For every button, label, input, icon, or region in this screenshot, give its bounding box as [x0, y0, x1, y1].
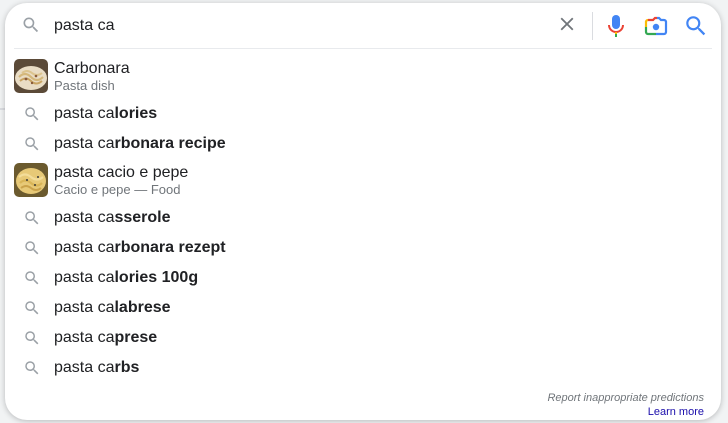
- search-icon: [23, 135, 41, 153]
- suggestion-text: pasta carbs: [54, 359, 140, 376]
- suggestion-item[interactable]: pasta carbonara rezept: [5, 233, 721, 263]
- search-icon: [683, 16, 709, 43]
- suggestion-item[interactable]: pasta calories: [5, 99, 721, 129]
- voice-search-button[interactable]: [604, 13, 628, 39]
- suggestion-item[interactable]: pasta calabrese: [5, 293, 721, 323]
- suggestion-footer: Report inappropriate predictions Learn m…: [547, 391, 704, 419]
- image-search-button[interactable]: [643, 13, 669, 39]
- suggestion-item[interactable]: pasta carbs: [5, 353, 721, 383]
- search-bar: pasta ca: [5, 3, 721, 48]
- suggestion-text: pasta casserole: [54, 209, 171, 226]
- close-icon: [556, 13, 578, 40]
- search-divider: [14, 48, 712, 49]
- suggestion-item[interactable]: pasta casserole: [5, 203, 721, 233]
- toolbar-divider: [592, 12, 593, 40]
- suggestion-text: pasta calories 100g: [54, 269, 199, 286]
- search-icon: [23, 105, 41, 123]
- search-button[interactable]: [683, 13, 709, 39]
- search-icon: [23, 329, 41, 347]
- search-icon: [23, 269, 41, 287]
- suggestion-item[interactable]: pasta calories 100g: [5, 263, 721, 293]
- suggestion-item[interactable]: pasta caprese: [5, 323, 721, 353]
- suggestion-text: pasta carbonara recipe: [54, 135, 226, 152]
- suggestion-subtitle: Pasta dish: [54, 78, 115, 93]
- search-autocomplete-panel: pasta ca Carbonara Pasta dish pasta calo…: [5, 3, 721, 420]
- cacio-e-pepe-thumbnail: [14, 163, 48, 197]
- suggestion-text: pasta caprese: [54, 329, 158, 346]
- suggestion-title: Carbonara: [54, 60, 130, 77]
- suggestion-subtitle: Cacio e pepe — Food: [54, 182, 181, 197]
- suggestion-item[interactable]: pasta carbonara recipe: [5, 129, 721, 159]
- suggestion-text: pasta calabrese: [54, 299, 171, 316]
- microphone-icon: [604, 15, 628, 43]
- search-icon: [23, 239, 41, 257]
- learn-more-link[interactable]: Learn more: [547, 405, 704, 419]
- suggestion-item[interactable]: pasta cacio e pepe Cacio e pepe — Food: [5, 159, 721, 203]
- search-input[interactable]: pasta ca: [54, 15, 114, 37]
- suggestion-title: pasta cacio e pepe: [54, 164, 189, 181]
- clear-button[interactable]: [555, 14, 579, 38]
- camera-icon: [643, 16, 669, 43]
- carbonara-thumbnail: [14, 59, 48, 93]
- suggestion-list: Carbonara Pasta dish pasta calories past…: [5, 55, 721, 383]
- search-icon: [23, 359, 41, 377]
- search-icon: [23, 299, 41, 317]
- search-icon: [21, 15, 41, 35]
- suggestion-item[interactable]: Carbonara Pasta dish: [5, 55, 721, 99]
- report-predictions-link[interactable]: Report inappropriate predictions: [547, 391, 704, 405]
- search-icon: [23, 209, 41, 227]
- suggestion-text: pasta calories: [54, 105, 158, 122]
- suggestion-text: pasta carbonara rezept: [54, 239, 226, 256]
